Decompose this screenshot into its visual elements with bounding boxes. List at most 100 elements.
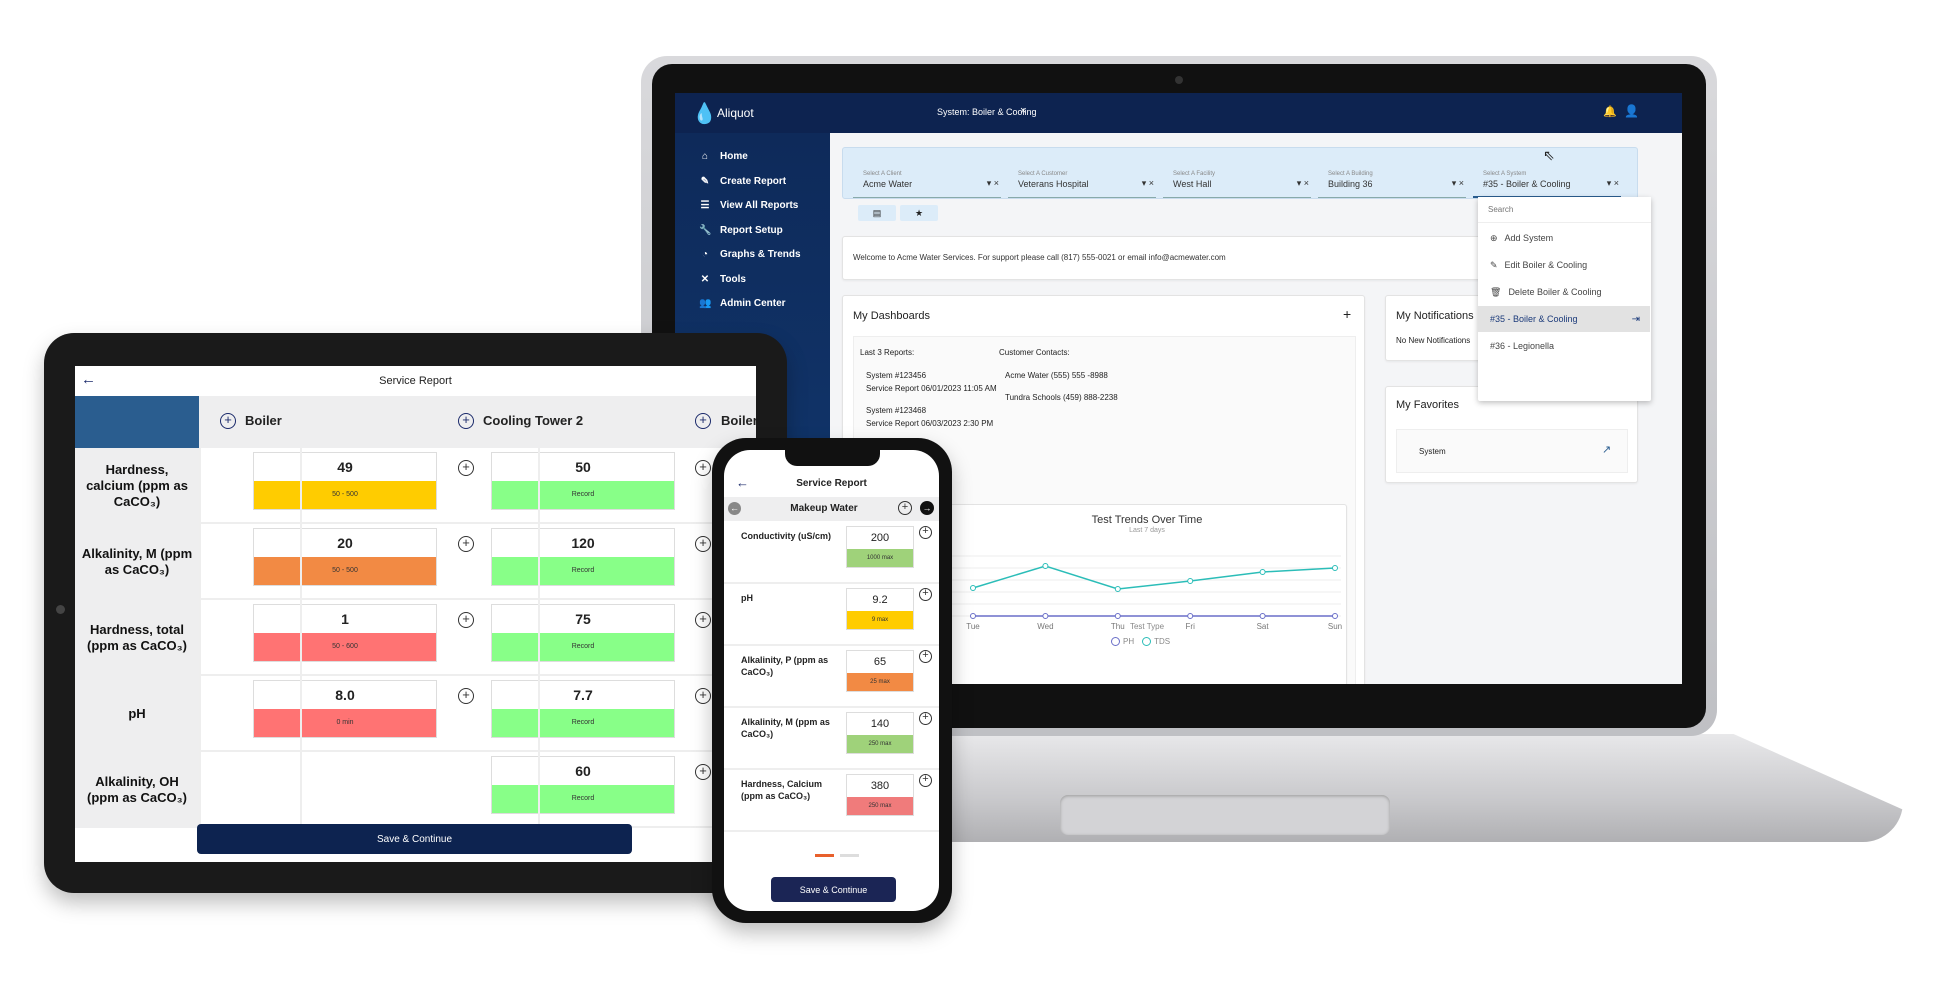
- tablet-save-continue-button[interactable]: Save & Continue: [197, 824, 632, 854]
- dropdown-search-input[interactable]: [1478, 197, 1651, 223]
- value-cell[interactable]: 75 Record: [491, 604, 675, 662]
- sidebar-item-graphs-trends[interactable]: ◔ Graphs & Trends: [699, 249, 801, 260]
- value[interactable]: 140: [847, 713, 913, 735]
- value[interactable]: 200: [847, 527, 913, 549]
- add-section-icon[interactable]: +: [898, 501, 912, 515]
- value[interactable]: 20: [254, 529, 436, 557]
- value[interactable]: 380: [847, 775, 913, 797]
- add-reading-icon[interactable]: +: [458, 612, 474, 628]
- value[interactable]: 49: [254, 453, 436, 481]
- bell-icon[interactable]: 🔔: [1603, 105, 1617, 118]
- filter-select[interactable]: Select A Customer Veterans Hospital ▾ ×: [1008, 168, 1156, 198]
- dropdown-clear-controls[interactable]: ▾ ×: [1452, 178, 1464, 189]
- add-reading-icon[interactable]: +: [919, 650, 932, 663]
- row-label: Hardness, total (ppm as CaCO₃): [75, 600, 199, 676]
- add-column-icon[interactable]: +: [220, 413, 236, 429]
- value[interactable]: 60: [492, 757, 674, 785]
- dropdown-item[interactable]: ⊕ Add System: [1478, 225, 1650, 251]
- dropdown-item[interactable]: #35 - Boiler & Cooling ⇥: [1478, 306, 1650, 332]
- dropdown-clear-controls[interactable]: ▾ ×: [1607, 178, 1619, 189]
- filter-select[interactable]: Select A Building Building 36 ▾ ×: [1318, 168, 1466, 198]
- add-reading-icon[interactable]: +: [695, 764, 711, 780]
- legend-item-ph[interactable]: PH: [1111, 637, 1134, 646]
- dropdown-item[interactable]: 🗑 Delete Boiler & Cooling: [1478, 279, 1650, 305]
- value-cell[interactable]: 140 250 max: [846, 712, 914, 754]
- add-reading-icon[interactable]: +: [458, 688, 474, 704]
- filter-label: Select A Building: [1328, 171, 1373, 177]
- filter-select[interactable]: Select A Client Acme Water ▾ ×: [853, 168, 1001, 198]
- row-divider: [199, 674, 756, 676]
- sidebar-item-create-report[interactable]: ✎ Create Report: [699, 176, 786, 187]
- add-reading-icon[interactable]: +: [919, 774, 932, 787]
- report-link[interactable]: Service Report 06/01/2023 11:05 AM: [866, 384, 997, 393]
- table-view-button[interactable]: ▤: [858, 205, 896, 221]
- add-reading-icon[interactable]: +: [919, 712, 932, 725]
- report-system[interactable]: System #123468: [866, 406, 926, 415]
- add-column-icon[interactable]: +: [695, 413, 711, 429]
- dropdown-clear-controls[interactable]: ▾ ×: [987, 178, 999, 189]
- sidebar-item-tools[interactable]: ✕ Tools: [699, 274, 746, 285]
- add-reading-icon[interactable]: +: [695, 688, 711, 704]
- range-badge: Record: [492, 633, 674, 661]
- phone-save-continue-button[interactable]: Save & Continue: [771, 877, 896, 902]
- data-point-tds: [1332, 565, 1338, 571]
- close-system-icon[interactable]: ×: [1020, 105, 1026, 117]
- dropdown-item[interactable]: #36 - Legionella: [1478, 333, 1650, 359]
- value[interactable]: 8.0: [254, 681, 436, 709]
- add-reading-icon[interactable]: +: [695, 612, 711, 628]
- value[interactable]: 7.7: [492, 681, 674, 709]
- user-icon[interactable]: 👤: [1624, 104, 1639, 118]
- value-cell[interactable]: 60 Record: [491, 756, 675, 814]
- value-cell[interactable]: 120 Record: [491, 528, 675, 586]
- range-badge: Record: [492, 709, 674, 737]
- measurement-label: Hardness, Calcium (ppm as CaCO₃): [741, 779, 823, 801]
- measurement-row: Alkalinity, M (ppm as CaCO₃) 140 250 max +: [724, 708, 939, 770]
- value[interactable]: 9.2: [847, 589, 913, 611]
- external-link-icon[interactable]: ↗: [1602, 443, 1611, 456]
- sidebar-item-report-setup[interactable]: 🔧 Report Setup: [699, 225, 783, 236]
- add-reading-icon[interactable]: +: [458, 460, 474, 476]
- tablet-screen: ← Service Report + Boiler + Cooling Tower 2…: [75, 366, 756, 862]
- dropdown-clear-controls[interactable]: ▾ ×: [1142, 178, 1154, 189]
- add-reading-icon[interactable]: +: [919, 588, 932, 601]
- sidebar-item-home[interactable]: ⌂ Home: [699, 151, 748, 162]
- add-reading-icon[interactable]: +: [919, 526, 932, 539]
- sidebar-item-view-all-reports[interactable]: ☰ View All Reports: [699, 200, 799, 211]
- value[interactable]: 50: [492, 453, 674, 481]
- page-indicator-active[interactable]: [815, 854, 834, 857]
- add-reading-icon[interactable]: +: [458, 536, 474, 552]
- dropdown-clear-controls[interactable]: ▾ ×: [1297, 178, 1309, 189]
- value-cell[interactable]: 50 Record: [491, 452, 675, 510]
- report-link[interactable]: Service Report 06/03/2023 2:30 PM: [866, 419, 993, 428]
- value[interactable]: 1: [254, 605, 436, 633]
- sidebar-item-admin-center[interactable]: 👥 Admin Center: [699, 298, 786, 309]
- page-indicator[interactable]: [840, 854, 859, 857]
- add-dashboard-button[interactable]: +: [1343, 306, 1351, 322]
- pencil-icon: ✎: [700, 175, 710, 187]
- favorite-star-button[interactable]: ★: [900, 205, 938, 221]
- dropdown-item[interactable]: ✎ Edit Boiler & Cooling: [1478, 252, 1650, 278]
- report-system[interactable]: System #123456: [866, 371, 926, 380]
- add-reading-icon[interactable]: +: [695, 460, 711, 476]
- value[interactable]: 120: [492, 529, 674, 557]
- filter-select[interactable]: Select A System #35 - Boiler & Cooling ▾ ×: [1473, 168, 1621, 198]
- value-cell[interactable]: 49 50 - 500: [253, 452, 437, 510]
- filter-select[interactable]: Select A Facility West Hall ▾ ×: [1163, 168, 1311, 198]
- value[interactable]: 65: [847, 651, 913, 673]
- sidebar-item-label: Admin Center: [720, 298, 786, 309]
- value[interactable]: 75: [492, 605, 674, 633]
- value-cell[interactable]: 65 25 max: [846, 650, 914, 692]
- value-cell[interactable]: 200 1000 max: [846, 526, 914, 568]
- add-reading-icon[interactable]: +: [695, 536, 711, 552]
- legend-item-tds[interactable]: TDS: [1142, 637, 1170, 646]
- value-cell[interactable]: 1 50 - 600: [253, 604, 437, 662]
- value-cell[interactable]: 20 50 - 500: [253, 528, 437, 586]
- value-cell[interactable]: 8.0 0 min: [253, 680, 437, 738]
- add-column-icon[interactable]: +: [458, 413, 474, 429]
- value-cell[interactable]: 7.7 Record: [491, 680, 675, 738]
- value-cell[interactable]: 9.2 9 max: [846, 588, 914, 630]
- sign-in-icon[interactable]: ⇥: [1632, 314, 1640, 325]
- next-section-icon[interactable]: →: [920, 501, 934, 515]
- favorite-item[interactable]: System ↗: [1396, 429, 1628, 473]
- value-cell[interactable]: 380 250 max: [846, 774, 914, 816]
